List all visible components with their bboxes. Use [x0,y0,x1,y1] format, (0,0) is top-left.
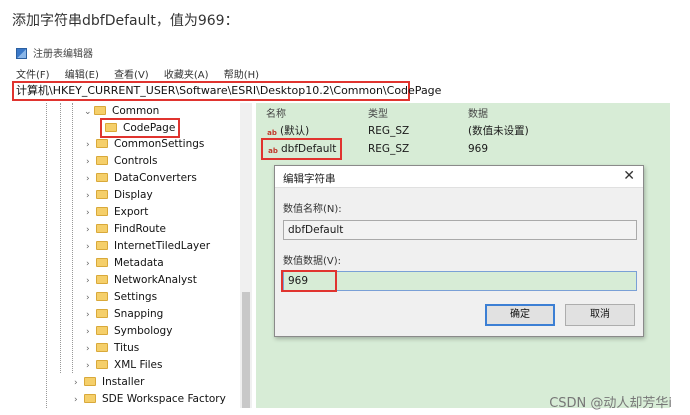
folder-icon [105,123,117,132]
chevron-right-icon: › [86,242,90,252]
chevron-right-icon: › [86,157,90,167]
value-type: REG_SZ [368,125,410,137]
menu-help[interactable]: 帮助(H) [224,70,259,81]
close-icon[interactable]: ✕ [623,168,635,184]
chevron-right-icon: › [86,327,90,337]
folder-icon [96,241,108,250]
chevron-right-icon: › [86,225,90,235]
folder-icon [96,156,108,165]
tree-node[interactable]: › FindRoute [86,221,166,237]
value-data-label: 数值数据(V): [283,256,342,267]
registry-icon [16,48,27,59]
folder-icon [96,173,108,182]
value-row-default[interactable]: ab (默认) [266,123,309,139]
tree-node[interactable]: › Settings [86,289,157,305]
watermark: CSDN @动人却芳华i [549,396,672,411]
folder-icon [96,224,108,233]
folder-icon [96,326,108,335]
tree-node[interactable]: › DataConverters [86,170,197,186]
address-bar[interactable]: 计算机\HKEY_CURRENT_USER\Software\ESRI\Desk… [12,81,441,101]
tree-node[interactable]: › Snapping [86,306,163,322]
tree-node[interactable]: › Metadata [86,255,164,271]
tree-node[interactable]: › NetworkAnalyst [86,272,197,288]
registry-tree: ⌄ Common CodePage › CommonSettings › Contro… [40,103,240,408]
tree-node[interactable]: › CommonSettings [86,136,204,152]
column-header-data[interactable]: 数据 [468,105,488,120]
value-data-highlight [281,270,337,292]
tree-node[interactable]: › SDE Workspace Factory [74,391,226,407]
column-header-type[interactable]: 类型 [368,105,388,120]
folder-icon [84,394,96,403]
tree-scrollbar-thumb[interactable] [242,292,250,408]
window-title: 注册表编辑器 [33,49,93,60]
tree-node[interactable]: › Controls [86,153,157,169]
folder-icon [96,275,108,284]
chevron-right-icon: › [86,344,90,354]
chevron-right-icon: › [74,378,78,388]
folder-icon [84,377,96,386]
tree-node[interactable]: › XML Files [86,357,162,373]
value-name-label: 数值名称(N): [283,204,342,215]
folder-icon [96,139,108,148]
chevron-down-icon: ⌄ [84,107,92,117]
chevron-right-icon: › [86,276,90,286]
menu-file[interactable]: 文件(F) [16,70,50,81]
chevron-right-icon: › [86,208,90,218]
tree-node-common[interactable]: ⌄ Common [84,103,159,119]
folder-icon [96,258,108,267]
chevron-right-icon: › [86,259,90,269]
folder-icon [94,106,106,115]
column-header-name[interactable]: 名称 [266,105,286,120]
chevron-right-icon: › [86,310,90,320]
chevron-right-icon: › [86,174,90,184]
value-row-dbfdefault[interactable]: ab dbfDefault [261,138,343,160]
window-title-bar: 注册表编辑器 [16,45,93,60]
value-data: 969 [468,143,489,155]
folder-icon [96,309,108,318]
edit-string-dialog: 编辑字符串 ✕ 数值名称(N): dbfDefault 数值数据(V): 969… [274,165,644,337]
chevron-right-icon: › [74,395,78,405]
dialog-title: 编辑字符串 [283,173,336,185]
folder-icon [96,292,108,301]
folder-icon [96,207,108,216]
instruction-caption: 添加字符串dbfDefault，值为969： [12,13,239,29]
tree-node[interactable]: › InternetTiledLayer [86,238,210,254]
chevron-right-icon: › [86,191,90,201]
tree-node[interactable]: › Display [86,187,153,203]
tree-node[interactable]: › Export [86,204,148,220]
tree-node-codepage[interactable]: CodePage [100,118,181,138]
chevron-right-icon: › [86,293,90,303]
tree-node[interactable]: › Installer [74,374,144,390]
cancel-button[interactable]: 取消 [565,304,635,326]
menu-edit[interactable]: 编辑(E) [65,70,99,81]
value-type: REG_SZ [368,143,410,155]
menu-favorites[interactable]: 收藏夹(A) [164,70,209,81]
menu-view[interactable]: 查看(V) [114,70,149,81]
value-data: (数值未设置) [468,125,529,137]
value-name-field[interactable]: dbfDefault [283,220,637,240]
tree-node[interactable]: › Titus [86,340,139,356]
folder-icon [96,190,108,199]
menu-bar: 文件(F) 编辑(E) 查看(V) 收藏夹(A) 帮助(H) [16,66,271,81]
chevron-right-icon: › [86,140,90,150]
chevron-right-icon: › [86,361,90,371]
string-value-icon: ab [268,147,278,155]
tree-node[interactable]: › Symbology [86,323,172,339]
folder-icon [96,360,108,369]
ok-button[interactable]: 确定 [485,304,555,326]
folder-icon [96,343,108,352]
